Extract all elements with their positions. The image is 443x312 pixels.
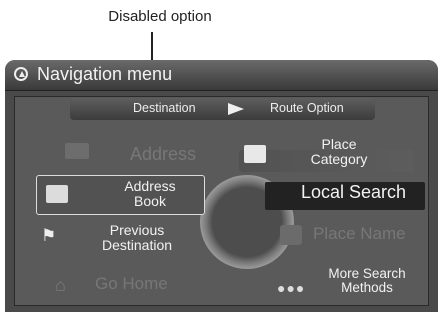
menu-item-go-home: Go Home (95, 274, 168, 293)
menu-item-previous-destination[interactable]: Previous Destination (91, 223, 183, 253)
checkered-flag-icon: ⚑ (41, 226, 57, 245)
page-title: Navigation menu (37, 64, 173, 84)
menu-item-more-search-methods[interactable]: More Search Methods (317, 266, 417, 295)
tab-destination[interactable]: Destination (133, 101, 196, 115)
tab-bar: Destination Route Option (70, 98, 375, 120)
home-icon: ⌂ (55, 275, 66, 295)
menu-item-place-name: Place Name (313, 224, 406, 243)
search-map-icon (280, 225, 302, 245)
callout-label: Disabled option (108, 8, 212, 25)
tab-route-option[interactable]: Route Option (270, 101, 344, 115)
address-book-label: Address Book (124, 178, 176, 209)
menu-item-local-search[interactable]: Local Search (301, 183, 406, 202)
category-icon (244, 145, 266, 163)
menu-item-address: Address (130, 144, 197, 164)
compass-icon (14, 67, 28, 81)
title-bar: Navigation menu (5, 60, 438, 91)
tab-arrow-icon (228, 103, 244, 115)
map-icon (65, 143, 89, 159)
menu-panel: Destination Route Option Address Address… (14, 96, 429, 306)
ellipsis-icon: ●●● (277, 280, 306, 296)
nav-screen: Navigation menu Destination Route Option… (5, 60, 438, 312)
book-icon (46, 185, 68, 203)
menu-item-place-category[interactable]: Place Category (291, 137, 387, 167)
